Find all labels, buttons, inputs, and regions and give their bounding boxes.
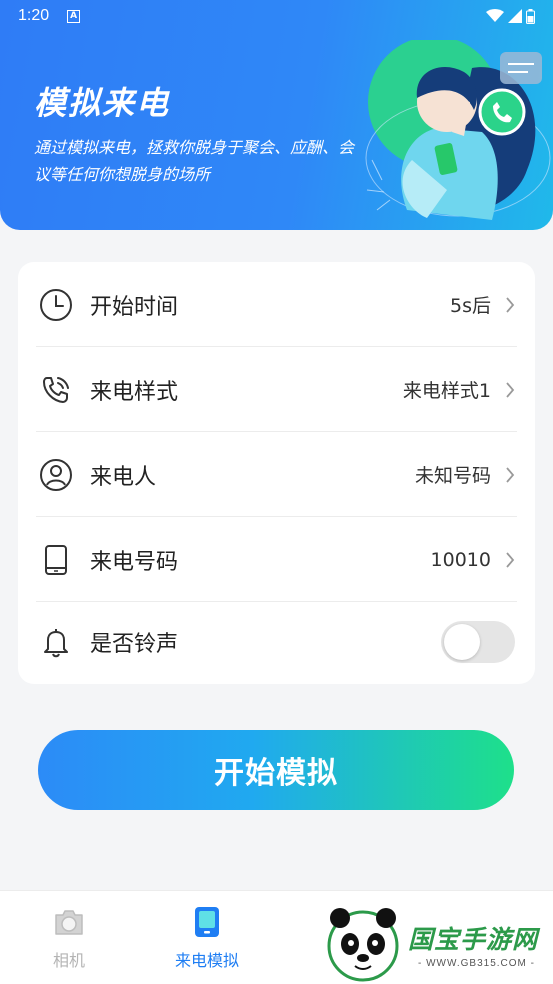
caller-row[interactable]: 来电人 未知号码 xyxy=(18,432,535,517)
call-style-label: 来电样式 xyxy=(90,379,179,405)
battery-icon xyxy=(526,8,535,24)
start-time-label: 开始时间 xyxy=(90,294,179,320)
watermark-url: - WWW.GB315.COM - xyxy=(418,958,535,969)
nav-label-camera: 相机 xyxy=(52,951,85,970)
caller-value: 未知号码 xyxy=(414,465,491,487)
nav-label-fake-call: 来电模拟 xyxy=(174,951,239,970)
chevron-right-icon xyxy=(506,381,515,398)
caller-label: 来电人 xyxy=(90,464,157,490)
caller-number-value: 10010 xyxy=(430,548,491,571)
tablet-icon xyxy=(38,542,74,578)
ringtone-label: 是否铃声 xyxy=(90,631,179,657)
woman-phone-illustration xyxy=(365,40,551,220)
signal-icon xyxy=(508,9,522,23)
settings-card: 开始时间 5s后 来电样式 来电样式1 来电人 未知号码 来电号码 10010 xyxy=(18,262,535,684)
site-watermark: 国宝手游网 - WWW.GB315.COM - xyxy=(322,900,553,984)
status-icons xyxy=(486,8,535,24)
call-style-row[interactable]: 来电样式 来电样式1 xyxy=(18,347,535,432)
wifi-icon xyxy=(486,9,504,22)
status-time: 1:20 xyxy=(18,7,50,24)
chevron-right-icon xyxy=(506,296,515,313)
caller-number-label: 来电号码 xyxy=(90,549,179,575)
chevron-right-icon xyxy=(506,466,515,483)
phone-ringing-icon xyxy=(38,372,74,408)
camera-icon xyxy=(55,910,83,935)
nav-item-camera[interactable]: 相机 xyxy=(19,905,119,971)
nav-item-fake-call[interactable]: 来电模拟 xyxy=(157,905,257,971)
call-style-value: 来电样式1 xyxy=(402,380,491,402)
clock-icon xyxy=(38,287,74,323)
person-icon xyxy=(38,457,74,493)
header-banner: 模拟来电 通过模拟来电，拯救你脱身于聚会、应酬、会议等任何你想脱身的场所 xyxy=(0,0,553,230)
start-simulation-button[interactable]: 开始模拟 xyxy=(38,730,514,810)
panda-logo-icon xyxy=(327,908,399,982)
bell-icon xyxy=(38,624,74,660)
header-description: 通过模拟来电，拯救你脱身于聚会、应酬、会议等任何你想脱身的场所 xyxy=(34,138,355,184)
start-time-value: 5s后 xyxy=(450,295,491,317)
a-badge-icon: A xyxy=(67,9,81,23)
phone-screen-icon xyxy=(195,907,219,937)
watermark-name: 国宝手游网 xyxy=(408,925,539,954)
ringtone-toggle[interactable] xyxy=(441,620,515,663)
page-title: 模拟来电 xyxy=(34,84,171,122)
caller-number-row[interactable]: 来电号码 10010 xyxy=(18,517,535,602)
status-bar: 1:20 A xyxy=(0,0,553,32)
chevron-right-icon xyxy=(506,551,515,568)
ringtone-row: 是否铃声 xyxy=(18,599,535,684)
toggle-knob xyxy=(444,623,480,660)
start-time-row[interactable]: 开始时间 5s后 xyxy=(18,262,535,347)
